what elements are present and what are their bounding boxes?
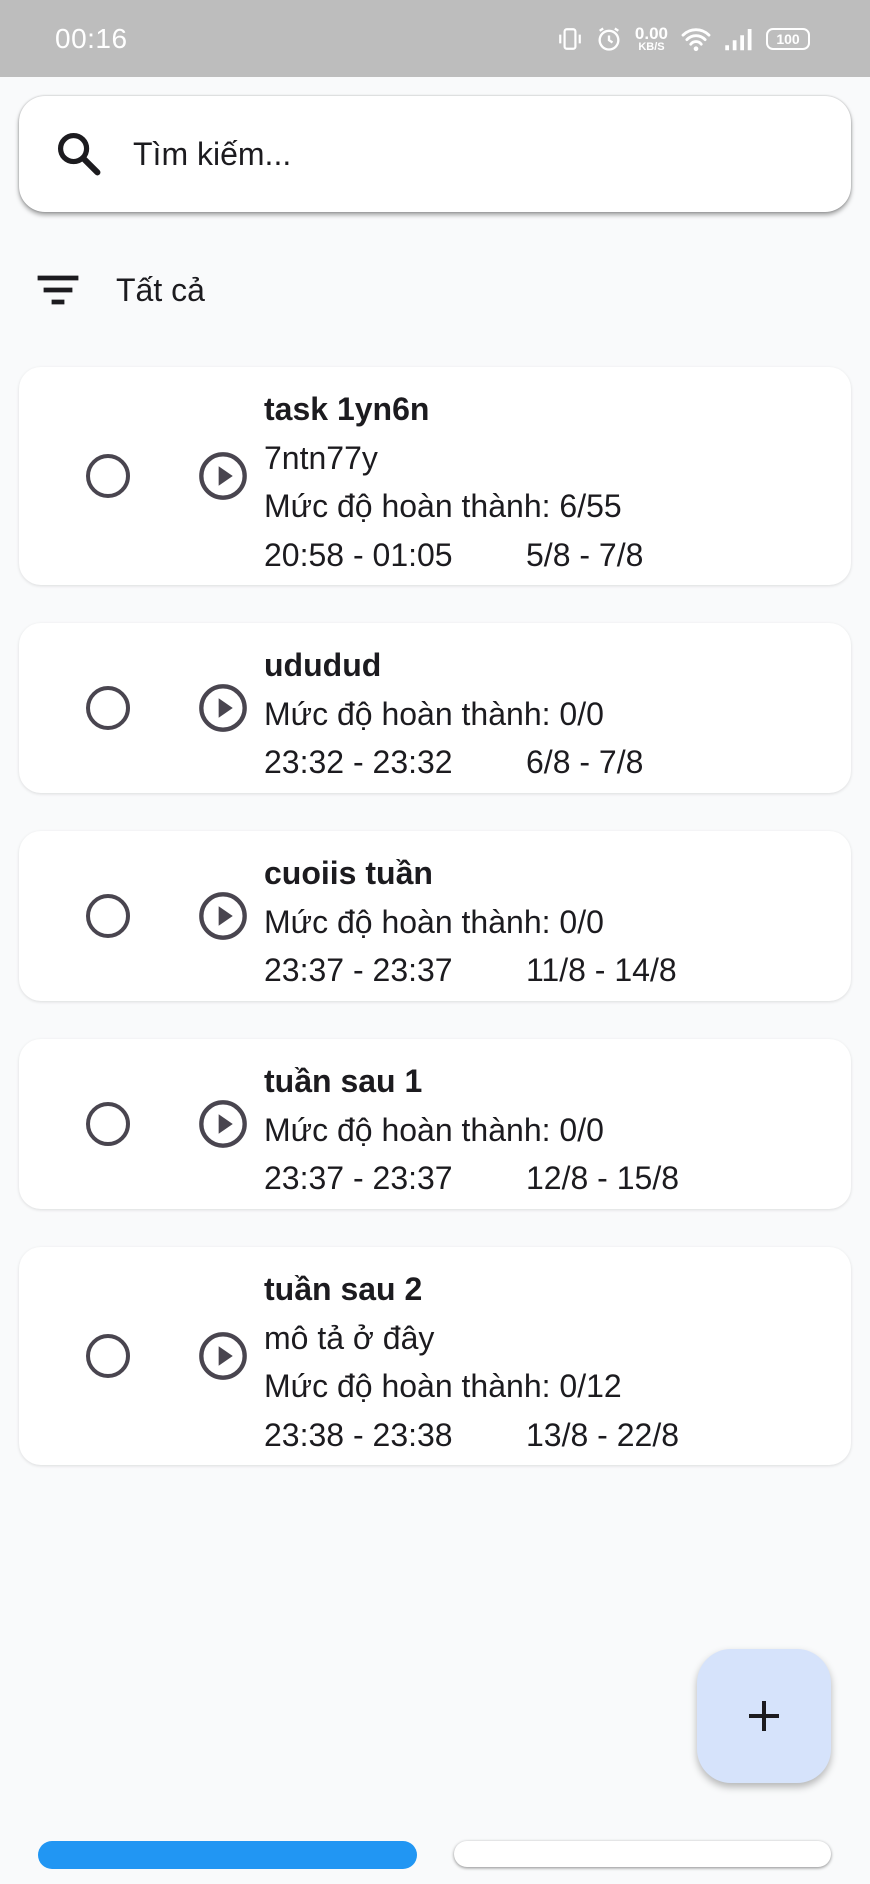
task-time-range: 23:38 - 23:38 (264, 1416, 453, 1453)
task-date-range: 6/8 - 7/8 (526, 744, 644, 780)
task-title: ududud (264, 647, 382, 683)
task-title: tuần sau 1 (264, 1063, 423, 1099)
complete-toggle[interactable] (65, 1313, 151, 1399)
task-date-range: 13/8 - 22/8 (526, 1416, 679, 1453)
task-progress: Mức độ hoàn thành: 0/0 (264, 903, 604, 940)
net-speed: 0.00 KB/S (635, 25, 668, 53)
task-info: tuần sau 1 Mức độ hoàn thành: 0/0 23:37 … (264, 1057, 679, 1203)
wifi-icon (681, 27, 711, 51)
task-title: task 1yn6n (264, 391, 430, 427)
task-card[interactable]: tuần sau 1 Mức độ hoàn thành: 0/0 23:37 … (19, 1039, 851, 1209)
task-progress: Mức độ hoàn thành: 0/0 (264, 695, 604, 732)
task-card[interactable]: tuần sau 2 mô tả ở đây Mức độ hoàn thành… (19, 1247, 851, 1465)
task-progress: Mức độ hoàn thành: 0/0 (264, 1111, 604, 1148)
task-title: tuần sau 2 (264, 1271, 423, 1307)
task-schedule: 23:38 - 23:38 13/8 - 22/8 (264, 1411, 679, 1460)
play-circle-icon (199, 1100, 247, 1148)
task-time-range: 23:32 - 23:32 (264, 744, 453, 780)
task-date-range: 5/8 - 7/8 (526, 536, 644, 573)
task-card[interactable]: ududud Mức độ hoàn thành: 0/0 23:32 - 23… (19, 623, 851, 793)
circle-outline-icon (86, 894, 130, 938)
task-date-range: 11/8 - 14/8 (526, 952, 677, 988)
task-time-range: 23:37 - 23:37 (264, 1160, 453, 1196)
play-button[interactable] (180, 1313, 266, 1399)
net-speed-unit: KB/S (638, 40, 665, 53)
complete-toggle[interactable] (65, 1081, 151, 1167)
play-circle-icon (199, 452, 247, 500)
play-button[interactable] (180, 873, 266, 959)
task-card[interactable]: task 1yn6n 7ntn77y Mức độ hoàn thành: 6/… (19, 367, 851, 585)
net-speed-value: 0.00 (634, 23, 668, 43)
add-task-button[interactable] (697, 1649, 831, 1783)
task-schedule: 23:37 - 23:37 11/8 - 14/8 (264, 946, 677, 995)
task-info: cuoiis tuần Mức độ hoàn thành: 0/0 23:37… (264, 849, 677, 995)
task-schedule: 23:32 - 23:32 6/8 - 7/8 (264, 738, 643, 787)
task-time-range: 23:37 - 23:37 (264, 952, 453, 988)
task-progress: Mức độ hoàn thành: 0/12 (264, 1368, 622, 1404)
filter-label: Tất cả (116, 271, 205, 308)
search-bar[interactable] (19, 96, 851, 212)
filter-row[interactable]: Tất cả (34, 262, 205, 318)
battery-icon: 100 (766, 27, 810, 50)
task-info: task 1yn6n 7ntn77y Mức độ hoàn thành: 6/… (264, 385, 643, 579)
circle-outline-icon (86, 686, 130, 730)
play-button[interactable] (180, 665, 266, 751)
task-title: cuoiis tuần (264, 855, 433, 891)
complete-toggle[interactable] (65, 433, 151, 519)
task-info: ududud Mức độ hoàn thành: 0/0 23:32 - 23… (264, 641, 643, 787)
status-icons: 0.00 KB/S 100 (557, 25, 810, 53)
search-input[interactable] (133, 135, 851, 173)
task-schedule: 23:37 - 23:37 12/8 - 15/8 (264, 1154, 679, 1203)
search-icon[interactable] (53, 128, 105, 180)
nav-tab-2[interactable] (454, 1841, 831, 1867)
play-circle-icon (199, 1332, 247, 1380)
task-description: mô tả ở đây (264, 1319, 435, 1356)
play-button[interactable] (180, 433, 266, 519)
task-card[interactable]: cuoiis tuần Mức độ hoàn thành: 0/0 23:37… (19, 831, 851, 1001)
status-bar: 00:16 0.00 KB/S 100 (0, 0, 870, 77)
task-info: tuần sau 2 mô tả ở đây Mức độ hoàn thành… (264, 1265, 679, 1459)
complete-toggle[interactable] (65, 873, 151, 959)
task-progress: Mức độ hoàn thành: 6/55 (264, 488, 622, 524)
alarm-icon (598, 27, 620, 51)
task-description: 7ntn77y (264, 439, 378, 476)
complete-toggle[interactable] (65, 665, 151, 751)
play-circle-icon (199, 892, 247, 940)
signal-icon (725, 28, 752, 50)
task-date-range: 12/8 - 15/8 (526, 1160, 679, 1196)
circle-outline-icon (86, 1334, 130, 1378)
play-circle-icon (199, 684, 247, 732)
circle-outline-icon (86, 1102, 130, 1146)
circle-outline-icon (86, 454, 130, 498)
plus-icon (749, 1701, 779, 1731)
task-time-range: 20:58 - 01:05 (264, 536, 453, 573)
status-time: 00:16 (55, 22, 128, 54)
vibrate-icon (559, 27, 581, 50)
play-button[interactable] (180, 1081, 266, 1167)
nav-tab-1[interactable] (38, 1841, 417, 1869)
task-schedule: 20:58 - 01:05 5/8 - 7/8 (264, 531, 643, 580)
filter-icon[interactable] (34, 266, 82, 314)
